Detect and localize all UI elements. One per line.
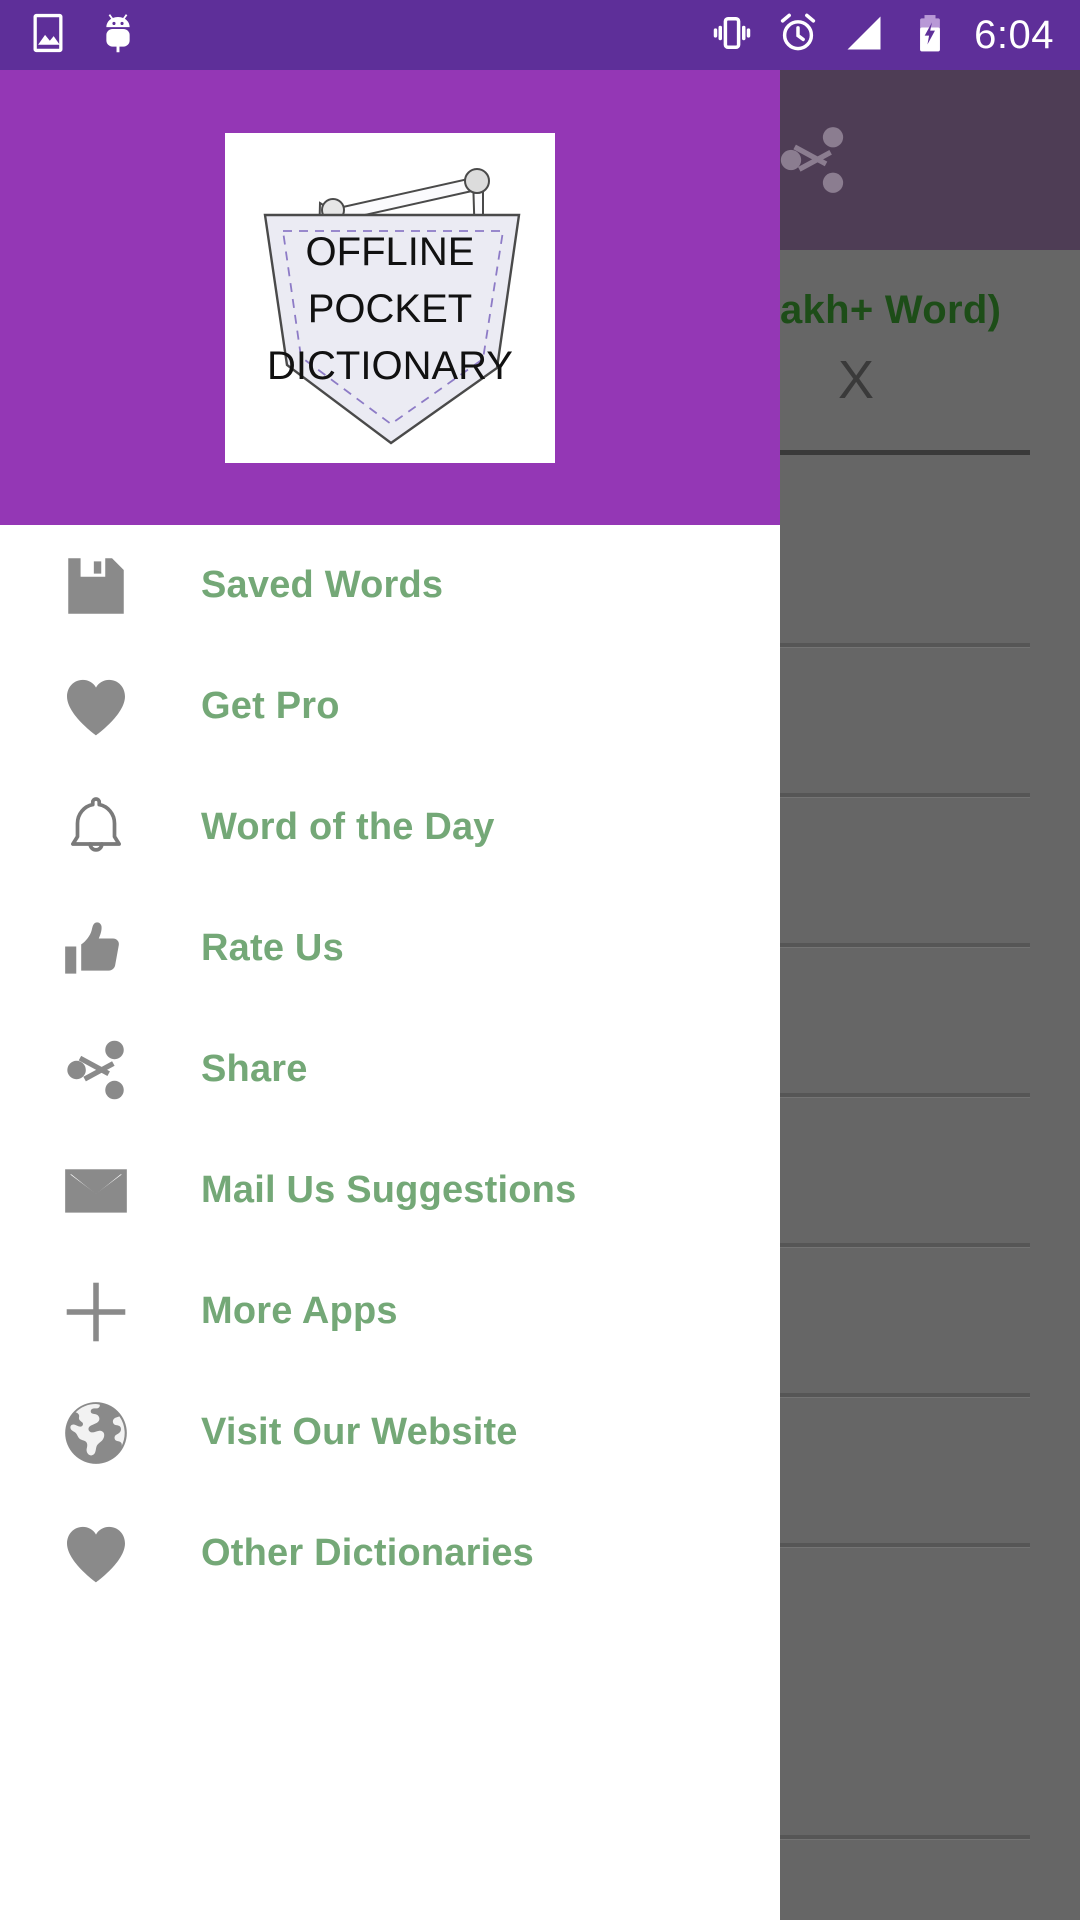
menu-item-label: Word of the Day bbox=[201, 806, 495, 848]
app-logo: OFFLINE POCKET DICTIONARY bbox=[225, 132, 555, 463]
alarm-icon bbox=[776, 11, 820, 60]
app-screen: akh+ Word) X OFFLINE POCKET DICTIONARY S… bbox=[0, 0, 1080, 1920]
menu-item-visit-our-website[interactable]: Visit Our Website bbox=[0, 1372, 780, 1493]
clear-search-button[interactable]: X bbox=[838, 353, 874, 407]
menu-item-get-pro[interactable]: Get Pro bbox=[0, 646, 780, 767]
menu-item-label: Visit Our Website bbox=[201, 1411, 518, 1453]
navigation-drawer: OFFLINE POCKET DICTIONARY Saved Words Ge… bbox=[0, 70, 780, 1920]
status-bar-left-icons bbox=[0, 11, 140, 60]
bell-outline-icon bbox=[56, 788, 136, 868]
heart-icon bbox=[56, 667, 136, 747]
menu-item-label: Mail Us Suggestions bbox=[201, 1169, 577, 1211]
share-icon bbox=[56, 1030, 136, 1110]
menu-item-label: Rate Us bbox=[201, 927, 344, 969]
menu-item-more-apps[interactable]: More Apps bbox=[0, 1251, 780, 1372]
drawer-header: OFFLINE POCKET DICTIONARY bbox=[0, 70, 780, 525]
menu-item-rate-us[interactable]: Rate Us bbox=[0, 888, 780, 1009]
mail-icon bbox=[56, 1151, 136, 1231]
thumbs-up-icon bbox=[56, 909, 136, 989]
menu-item-label: Share bbox=[201, 1048, 308, 1090]
menu-item-label: Other Dictionaries bbox=[201, 1532, 535, 1574]
svg-text:OFFLINE: OFFLINE bbox=[306, 230, 475, 274]
menu-item-label: Get Pro bbox=[201, 685, 340, 727]
drawer-menu: Saved Words Get Pro Word of the Day Rate… bbox=[0, 525, 780, 1614]
svg-text:POCKET: POCKET bbox=[308, 287, 472, 331]
menu-item-label: More Apps bbox=[201, 1290, 398, 1332]
background-page-title: akh+ Word) bbox=[780, 288, 1002, 332]
globe-icon bbox=[56, 1393, 136, 1473]
image-icon bbox=[26, 11, 70, 60]
menu-item-mail-us-suggestions[interactable]: Mail Us Suggestions bbox=[0, 1130, 780, 1251]
menu-item-other-dictionaries[interactable]: Other Dictionaries bbox=[0, 1493, 780, 1614]
status-bar: 6:04 bbox=[0, 0, 1080, 70]
menu-item-share[interactable]: Share bbox=[0, 1009, 780, 1130]
heart-icon bbox=[56, 1514, 136, 1594]
save-icon bbox=[56, 546, 136, 626]
app-logo-graphic: OFFLINE POCKET DICTIONARY bbox=[225, 132, 555, 463]
menu-item-word-of-the-day[interactable]: Word of the Day bbox=[0, 767, 780, 888]
vibrate-icon bbox=[710, 11, 754, 60]
plus-icon bbox=[56, 1272, 136, 1352]
android-debug-icon bbox=[96, 11, 140, 60]
status-bar-right-icons: 6:04 bbox=[710, 11, 1080, 60]
battery-charging-icon bbox=[908, 11, 952, 60]
signal-icon bbox=[842, 11, 886, 60]
menu-item-label: Saved Words bbox=[201, 564, 444, 606]
share-icon[interactable] bbox=[770, 118, 854, 202]
svg-text:DICTIONARY: DICTIONARY bbox=[267, 344, 513, 388]
clock-time: 6:04 bbox=[974, 13, 1054, 57]
menu-item-saved-words[interactable]: Saved Words bbox=[0, 525, 780, 646]
